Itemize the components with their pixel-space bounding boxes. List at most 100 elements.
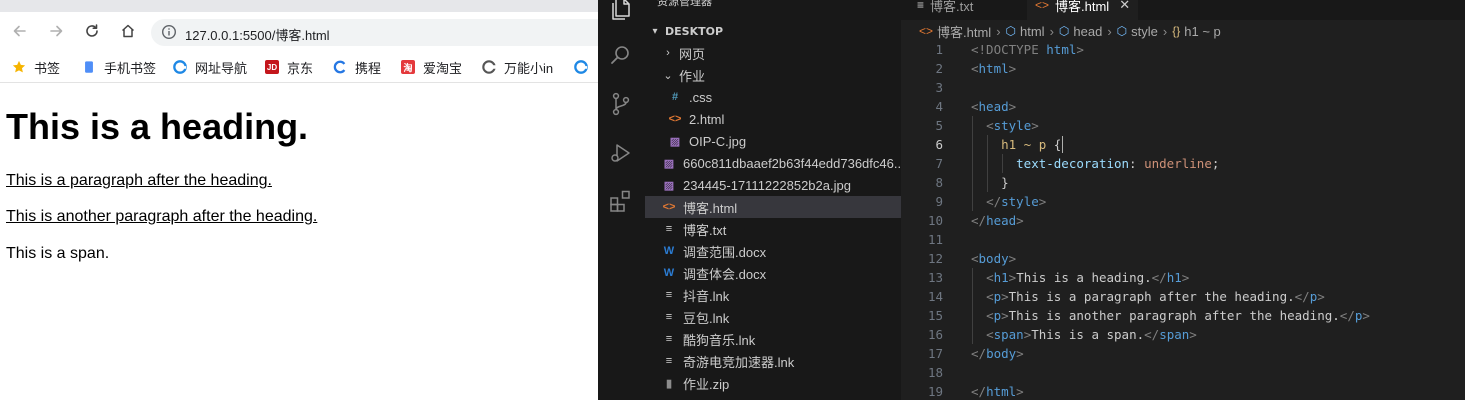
code-token: </: [1144, 327, 1160, 342]
word-file-icon: W: [663, 245, 675, 257]
code-line: 16 <span>This is a span.</span>: [901, 325, 1465, 344]
line-number: 4: [935, 99, 943, 114]
tree-item-label: 作业: [679, 68, 706, 84]
bookmark-item[interactable]: 书签: [12, 58, 60, 76]
code-token: >: [1008, 99, 1017, 114]
code-line: 15 <p>This is another paragraph after th…: [901, 306, 1465, 325]
bookmark-item[interactable]: JD 京东: [265, 58, 313, 76]
breadcrumb-item[interactable]: html: [1020, 24, 1045, 39]
page-heading: This is a heading.: [6, 106, 309, 147]
line-number: 8: [935, 175, 943, 190]
tree-item[interactable]: ▨ OIP-C.jpg: [645, 130, 923, 152]
tree-item[interactable]: W 调查体会.docx: [645, 262, 917, 284]
info-icon[interactable]: [161, 24, 177, 40]
breadcrumb-item[interactable]: head: [1073, 24, 1102, 39]
home-button[interactable]: [117, 20, 139, 42]
tab-label: 博客.txt: [930, 0, 974, 14]
more-actions-icon[interactable]: ···: [869, 0, 885, 8]
bookmark-label: 京东: [287, 60, 314, 76]
code-text: <p>This is a paragraph after the heading…: [971, 287, 1325, 306]
code-text: <span>This is a span.</span>: [971, 325, 1197, 344]
tag-icon: ⬡: [1116, 24, 1128, 38]
tree-item[interactable]: ▨ 234445-17111222852b2a.jpg: [645, 174, 917, 196]
chevron-right-icon: ›: [666, 47, 670, 59]
close-icon[interactable]: ✕: [1119, 0, 1130, 13]
bookmark-item[interactable]: 万能小in: [482, 58, 553, 76]
line-number: 12: [927, 251, 943, 266]
breadcrumb-item[interactable]: style: [1131, 24, 1158, 39]
tree-item[interactable]: W 调查范围.docx: [645, 240, 917, 262]
tree-item-label: 酷狗音乐.lnk: [683, 332, 756, 348]
line-number: 1: [935, 42, 943, 57]
code-text: <!DOCTYPE html>: [971, 40, 1084, 59]
code-token: </: [1339, 308, 1355, 323]
tree-item[interactable]: ≡ 豆包.lnk: [645, 306, 917, 328]
extensions-icon[interactable]: [608, 188, 634, 214]
code-text: </body>: [971, 344, 1024, 363]
tree-item[interactable]: › 网页: [645, 42, 917, 64]
address-bar[interactable]: 127.0.0.1:5500/博客.html: [151, 19, 598, 46]
page-paragraph-2: This is another paragraph after the head…: [6, 208, 318, 225]
bookmark-item[interactable]: 手机书签: [82, 58, 156, 76]
tree-item[interactable]: ⌄ 作业: [645, 64, 917, 86]
breadcrumb-item[interactable]: h1 ~ p: [1184, 24, 1221, 39]
bookmark-item[interactable]: 网址导航: [173, 58, 247, 76]
code-token: >: [1008, 251, 1017, 266]
code-token: </: [1294, 289, 1310, 304]
explorer-section-header[interactable]: ▾ DESKTOP: [645, 20, 901, 42]
bookmarks-bar: 书签 手机书签 网址导航 JD 京东 携程 淘 爱淘宝 万能小in: [0, 52, 598, 83]
code-token: </: [986, 194, 1002, 209]
breadcrumb: <> 博客.html › ⬡ html › ⬡ head › ⬡ style ›…: [919, 22, 1221, 40]
code-token: </: [971, 346, 987, 361]
search-icon[interactable]: [608, 42, 634, 68]
source-control-icon[interactable]: [608, 91, 634, 117]
tree-item[interactable]: <> 博客.html: [645, 196, 917, 218]
reload-button[interactable]: [81, 20, 103, 42]
tree-item[interactable]: ▨ 660c811dbaaef2b63f44edd736dfc46...: [645, 152, 917, 174]
indent-guide: [987, 135, 989, 154]
code-editor[interactable]: 1 <!DOCTYPE html> 2 <html> 3 4 <head> 5 <style>…: [901, 40, 1465, 400]
tree-item[interactable]: <> 2.html: [645, 108, 923, 130]
code-line: 2 <html>: [901, 59, 1465, 78]
code-token: span: [993, 327, 1024, 342]
indent-guide: [972, 268, 973, 287]
tree-item-label: 博客.txt: [683, 222, 727, 238]
line-number: 14: [927, 289, 943, 304]
forward-button[interactable]: [45, 20, 67, 42]
run-debug-icon[interactable]: [608, 140, 634, 166]
explorer-icon[interactable]: [608, 0, 634, 22]
tree-item[interactable]: ≡ 酷狗音乐.lnk: [645, 328, 917, 350]
star-icon: [12, 60, 26, 73]
code-token: :: [1129, 156, 1145, 171]
indent-guide: [972, 173, 973, 192]
tree-item[interactable]: ≡ 抖音.lnk: [645, 284, 917, 306]
tree-item[interactable]: # .css: [645, 86, 923, 108]
tree-item[interactable]: ▮ 作业.zip: [645, 372, 917, 394]
tab-blog-txt[interactable]: ≡ 博客.txt: [909, 0, 981, 20]
indent-guide: [972, 135, 973, 154]
code-line: 7 text-decoration: underline;: [901, 154, 1465, 173]
tab-blog-html[interactable]: <> 博客.html ✕: [1027, 0, 1139, 20]
bookmark-item[interactable]: 携程: [333, 58, 381, 76]
bookmark-label: 携程: [355, 60, 382, 76]
back-button[interactable]: [9, 20, 31, 42]
line-number: 18: [927, 365, 943, 380]
tree-item[interactable]: ≡ 博客.txt: [645, 218, 917, 240]
browser-window: 127.0.0.1:5500/博客.html 书签 手机书签 网址导航 JD 京…: [0, 0, 598, 400]
bookmark-item[interactable]: 淘 爱淘宝: [401, 58, 462, 76]
code-text: <p>This is another paragraph after the h…: [971, 306, 1370, 325]
text-file-icon: ≡: [665, 333, 673, 345]
taobao-icon: 淘: [401, 60, 415, 74]
arrow-right-icon: [50, 25, 63, 37]
code-token: >: [1008, 61, 1017, 76]
breadcrumb-item[interactable]: 博客.html: [937, 22, 991, 41]
code-token: >: [1076, 42, 1084, 57]
html-icon: <>: [919, 24, 934, 38]
tree-item[interactable]: ≡ 奇游电竞加速器.lnk: [645, 350, 917, 372]
code-token: ;: [1211, 156, 1220, 171]
bookmark-item[interactable]: [574, 58, 596, 76]
code-line: 8 }: [901, 173, 1465, 192]
code-text: </head>: [971, 211, 1024, 230]
text-cursor: [1062, 136, 1064, 153]
